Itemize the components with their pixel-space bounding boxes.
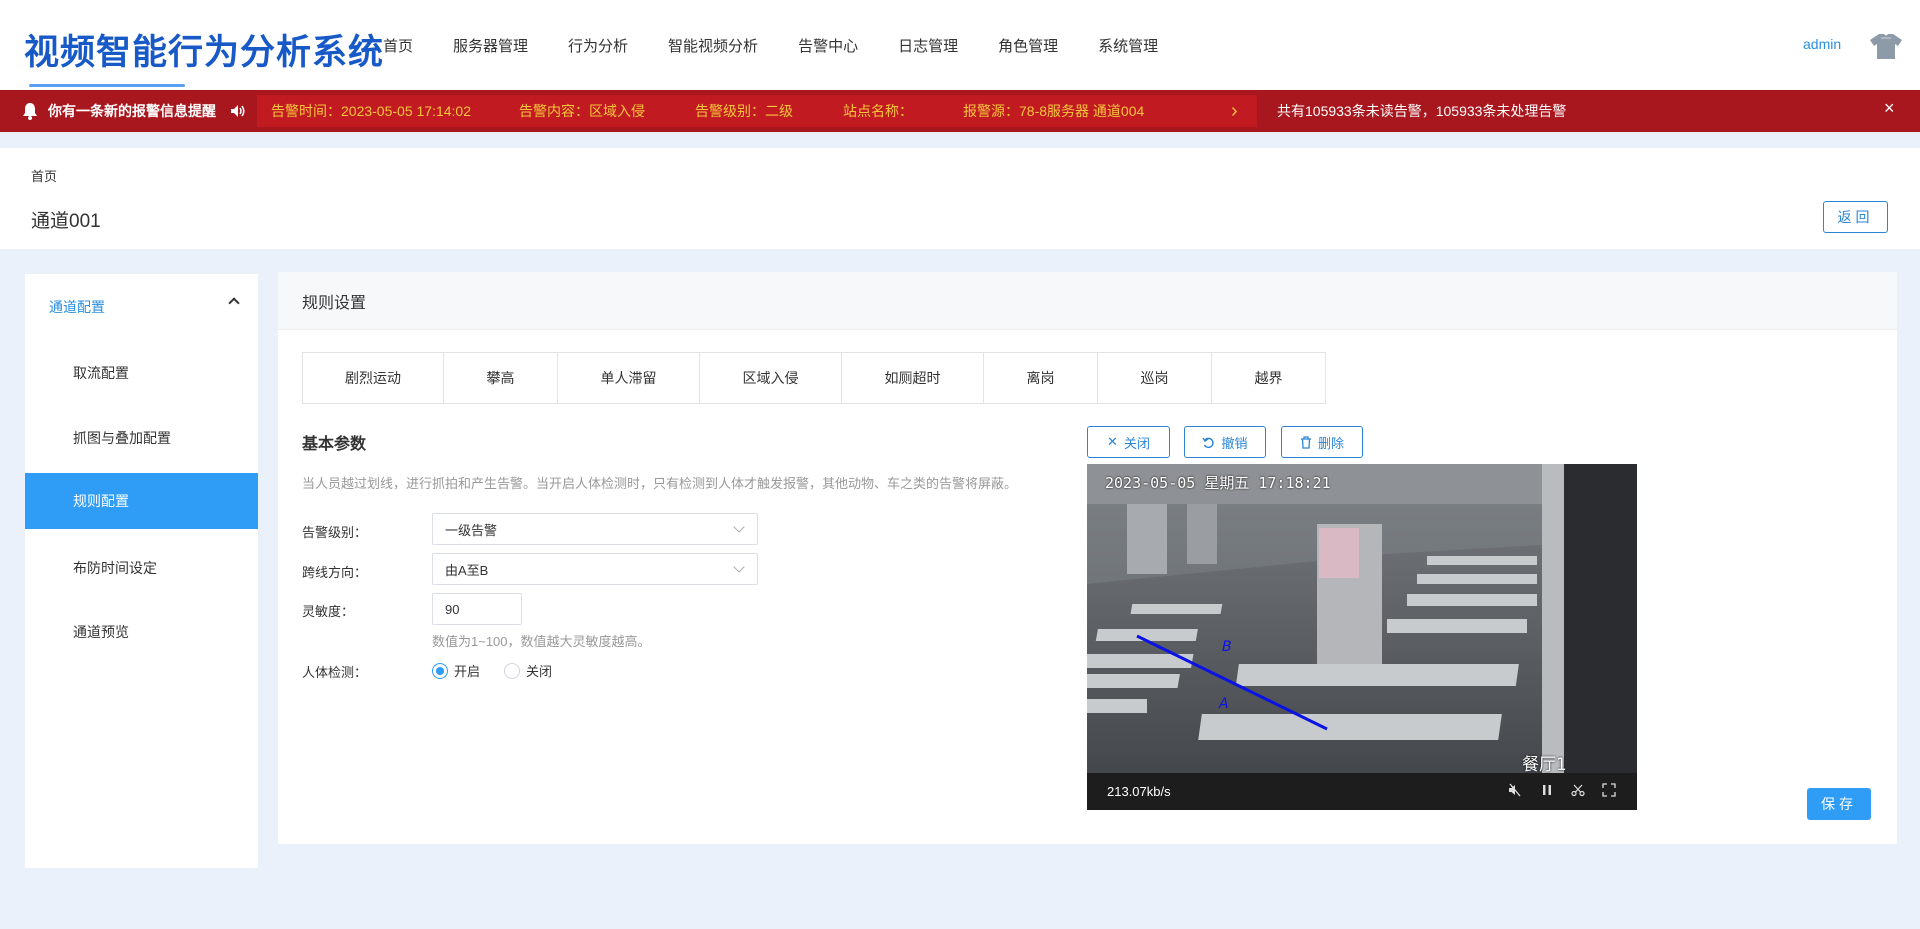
close-icon[interactable]: ×	[1884, 98, 1895, 119]
alarm-level-select[interactable]: 一级告警	[432, 513, 758, 545]
sensitivity-input[interactable]: 90	[432, 593, 522, 625]
human-detect-radio-group: 开启 关闭	[432, 661, 576, 680]
direction-label: 跨线方向：	[302, 565, 368, 580]
line-label-a: A	[1218, 696, 1229, 712]
nav-item-alarm-center[interactable]: 告警中心	[798, 35, 858, 56]
undo-label: 撤销	[1221, 435, 1248, 451]
alarm-source: 报警源：78-8服务器 通道004	[963, 103, 1145, 119]
sidebar-item-rule-config[interactable]: 规则配置	[25, 473, 258, 529]
sidebar: 通道配置 取流配置 抓图与叠加配置 规则配置 布防时间设定 通道预览	[25, 274, 258, 868]
video-player[interactable]: B A 2023-05-05 星期五 17:18:21 餐厅1 213.07kb…	[1087, 464, 1637, 810]
rule-settings-panel: 规则设置 剧烈运动 攀高 单人滞留 区域入侵 如厕超时 离岗 巡岗 越界 基本参…	[278, 272, 1897, 844]
rule-type-tabs: 剧烈运动 攀高 单人滞留 区域入侵 如厕超时 离岗 巡岗 越界	[302, 352, 1326, 404]
bitrate-readout: 213.07kb/s	[1107, 784, 1171, 799]
tab-patrol[interactable]: 巡岗	[1098, 353, 1212, 403]
nav-item-server-management[interactable]: 服务器管理	[453, 35, 528, 56]
sidebar-item-stream-config[interactable]: 取流配置	[25, 345, 258, 401]
panel-title: 规则设置	[278, 272, 1897, 330]
nav-item-log-management[interactable]: 日志管理	[898, 35, 958, 56]
close-drawing-label: 关闭	[1123, 435, 1150, 451]
app-title: 视频智能行为分析系统	[24, 33, 385, 72]
alarm-level: 告警级别：二级	[695, 103, 793, 119]
human-detect-off-radio[interactable]	[504, 662, 521, 679]
camera-frame[interactable]: B A	[1087, 464, 1637, 773]
chevron-down-icon	[733, 521, 745, 533]
username[interactable]: admin	[1803, 36, 1841, 52]
chevron-right-icon[interactable]: ›	[1231, 100, 1238, 123]
user-avatar-icon[interactable]	[1868, 30, 1904, 62]
tab-single-person-stay[interactable]: 单人滞留	[558, 353, 700, 403]
alarm-summary: 共有105933条未读告警，105933条未处理告警	[1277, 103, 1567, 119]
top-header: 视频智能行为分析系统 首页 服务器管理 行为分析 智能视频分析 告警中心 日志管…	[0, 0, 1920, 90]
close-drawing-button[interactable]: ✕ 关闭	[1087, 426, 1170, 458]
alarm-notification-bar: 你有一条新的报警信息提醒 告警时间：2023-05-05 17:14:02 告警…	[0, 90, 1920, 132]
main-nav: 首页 服务器管理 行为分析 智能视频分析 告警中心 日志管理 角色管理 系统管理	[383, 0, 1198, 90]
human-detect-on-label[interactable]: 开启	[454, 661, 480, 680]
scissors-icon[interactable]	[1570, 783, 1586, 799]
page-header: 首页 通道001 返回	[0, 148, 1920, 249]
back-button[interactable]: 返回	[1823, 201, 1888, 233]
tab-line-crossing[interactable]: 越界	[1212, 353, 1325, 403]
tab-off-post[interactable]: 离岗	[984, 353, 1098, 403]
chevron-down-icon	[733, 561, 745, 573]
sidebar-item-channel-preview[interactable]: 通道预览	[25, 604, 258, 660]
bell-icon	[23, 103, 37, 120]
direction-select[interactable]: 由A至B	[432, 553, 758, 585]
alarm-detail-box[interactable]: 告警时间：2023-05-05 17:14:02 告警内容：区域入侵 告警级别：…	[257, 95, 1257, 127]
alarm-notice-text: 你有一条新的报警信息提醒	[48, 103, 216, 119]
sidebar-item-arming-schedule[interactable]: 布防时间设定	[25, 540, 258, 596]
undo-icon	[1202, 437, 1215, 448]
breadcrumb[interactable]: 首页	[31, 166, 57, 185]
alarm-station: 站点名称：	[843, 103, 913, 119]
chevron-up-icon	[228, 297, 240, 309]
direction-value: 由A至B	[445, 562, 489, 578]
section-title: 基本参数	[302, 436, 367, 453]
delete-label: 删除	[1317, 435, 1344, 451]
nav-item-smart-video-analysis[interactable]: 智能视频分析	[668, 35, 758, 56]
video-osd-channel-name: 餐厅1	[1522, 755, 1567, 775]
nav-item-behavior-analysis[interactable]: 行为分析	[568, 35, 628, 56]
pause-icon[interactable]	[1539, 783, 1555, 799]
trash-icon	[1300, 435, 1311, 449]
sidebar-group-channel-config[interactable]: 通道配置	[25, 274, 258, 339]
alarm-level-value: 一级告警	[445, 522, 498, 538]
tab-toilet-timeout[interactable]: 如厕超时	[842, 353, 984, 403]
close-icon: ✕	[1107, 434, 1118, 449]
alarm-notice: 你有一条新的报警信息提醒	[22, 90, 246, 132]
speaker-icon[interactable]	[230, 104, 246, 118]
title-underline	[29, 84, 185, 87]
delete-button[interactable]: 删除	[1281, 426, 1363, 458]
tab-climbing[interactable]: 攀高	[444, 353, 558, 403]
nav-item-role-management[interactable]: 角色管理	[998, 35, 1058, 56]
line-label-b: B	[1222, 639, 1232, 655]
video-osd-timestamp: 2023-05-05 星期五 17:18:21	[1105, 474, 1331, 492]
video-control-bar: 213.07kb/s	[1087, 773, 1637, 810]
undo-button[interactable]: 撤销	[1184, 426, 1266, 458]
human-detect-on-radio[interactable]	[432, 662, 448, 679]
sensitivity-label: 灵敏度：	[302, 604, 355, 619]
human-detect-label: 人体检测：	[302, 665, 368, 680]
page-title: 通道001	[31, 211, 101, 232]
alarm-time: 告警时间：2023-05-05 17:14:02	[271, 103, 471, 119]
nav-item-system-management[interactable]: 系统管理	[1098, 35, 1158, 56]
tab-area-intrusion[interactable]: 区域入侵	[700, 353, 842, 403]
sensitivity-hint: 数值为1~100，数值越大灵敏度越高。	[432, 634, 651, 649]
nav-item-home[interactable]: 首页	[383, 35, 413, 56]
tab-violent-motion[interactable]: 剧烈运动	[303, 353, 444, 403]
rule-description: 当人员越过划线，进行抓拍和产生告警。当开启人体检测时，只有检测到人体才触发报警，…	[302, 476, 1018, 491]
fullscreen-icon[interactable]	[1601, 783, 1617, 799]
human-detect-off-label[interactable]: 关闭	[526, 661, 552, 680]
alarm-level-label: 告警级别：	[302, 525, 368, 540]
alarm-content: 告警内容：区域入侵	[519, 103, 645, 119]
mute-icon[interactable]	[1507, 783, 1523, 799]
save-button[interactable]: 保存	[1807, 788, 1871, 820]
sidebar-item-snapshot-overlay-config[interactable]: 抓图与叠加配置	[25, 410, 258, 466]
sidebar-group-label: 通道配置	[49, 298, 105, 315]
